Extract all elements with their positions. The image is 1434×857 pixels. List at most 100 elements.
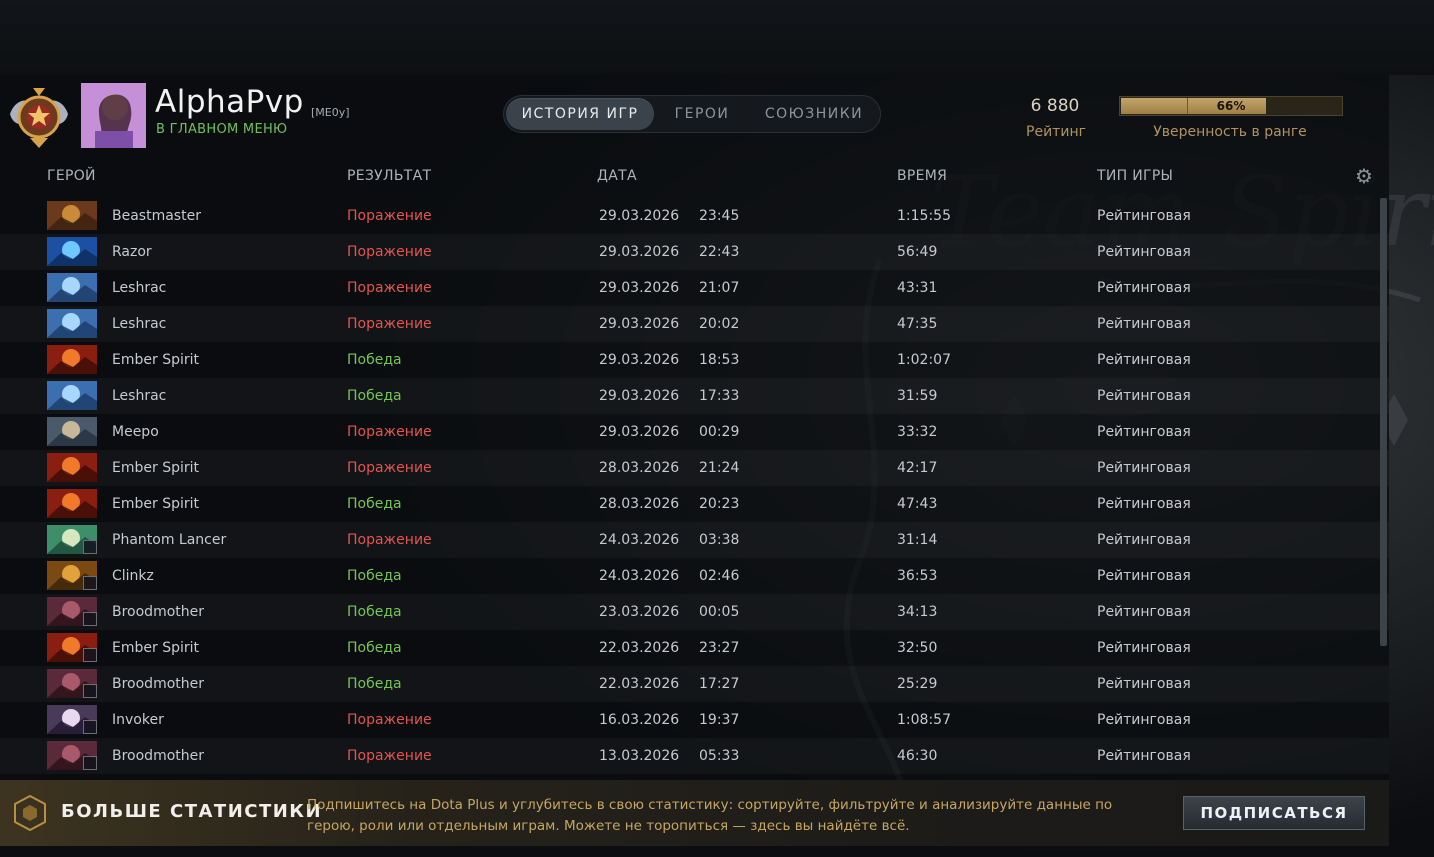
game-type: Рейтинговая (1097, 676, 1191, 692)
match-date: 24.03.2026 (599, 568, 680, 584)
match-result: Поражение (347, 460, 432, 476)
hero-portrait (47, 597, 97, 626)
game-type: Рейтинговая (1097, 532, 1191, 548)
role-icon (83, 576, 97, 590)
match-start-time: 21:07 (699, 280, 740, 296)
table-row[interactable]: Broodmother Победа 22.03.2026 17:27 25:29 Рей… (0, 666, 1389, 702)
match-duration: 36:53 (897, 568, 938, 584)
table-row[interactable]: Invoker Поражение 16.03.2026 19:37 1:08:57 Ре… (0, 702, 1389, 738)
hero-portrait (47, 633, 97, 662)
match-result: Победа (347, 496, 402, 512)
match-date: 23.03.2026 (599, 604, 680, 620)
role-icon (83, 648, 97, 662)
table-row[interactable]: Ember Spirit Поражение 28.03.2026 21:24 42:1… (0, 450, 1389, 486)
player-guild-tag: [ME0y] (311, 106, 350, 119)
table-row[interactable]: Leshrac Поражение 29.03.2026 20:02 47:35 Рейт… (0, 306, 1389, 342)
hero-name: Ember Spirit (112, 640, 199, 656)
column-header-game-type[interactable]: ТИП ИГРЫ (1097, 168, 1173, 184)
hero-name: Ember Spirit (112, 460, 199, 476)
table-row[interactable]: Clinkz Победа 24.03.2026 02:46 36:53 Рейтинго… (0, 558, 1389, 594)
table-row[interactable]: Leshrac Победа 29.03.2026 17:33 31:59 Рейтинг… (0, 378, 1389, 414)
hero-name: Leshrac (112, 280, 167, 296)
game-type: Рейтинговая (1097, 568, 1191, 584)
match-start-time: 20:23 (699, 496, 740, 512)
tab-match-history[interactable]: ИСТОРИЯ ИГР (506, 98, 654, 130)
role-icon (83, 684, 97, 698)
match-duration: 31:59 (897, 388, 938, 404)
banner-text: Подпишитесь на Dota Plus и углубитесь в … (307, 797, 1113, 834)
hero-name: Broodmother (112, 604, 205, 620)
table-row[interactable]: Ember Spirit Победа 29.03.2026 18:53 1:02:07… (0, 342, 1389, 378)
match-duration: 33:32 (897, 424, 938, 440)
column-header-date[interactable]: ДАТА (597, 168, 637, 184)
match-date: 29.03.2026 (599, 316, 680, 332)
hero-portrait (47, 345, 97, 374)
scrollbar[interactable] (1380, 198, 1387, 646)
table-row[interactable]: Meepo Поражение 29.03.2026 00:29 33:32 Рейтин… (0, 414, 1389, 450)
table-row[interactable]: Ember Spirit Победа 28.03.2026 20:23 47:43 Ре… (0, 486, 1389, 522)
hero-portrait (47, 705, 97, 734)
column-header-result[interactable]: РЕЗУЛЬТАТ (347, 168, 431, 184)
match-start-time: 19:37 (699, 712, 740, 728)
gear-icon[interactable]: ⚙ (1355, 166, 1375, 186)
match-start-time: 22:43 (699, 244, 740, 260)
tab-heroes[interactable]: ГЕРОИ (662, 96, 742, 132)
match-date: 29.03.2026 (599, 244, 680, 260)
hero-name: Ember Spirit (112, 352, 199, 368)
rank-confidence-bar: 66% (1119, 96, 1343, 116)
match-duration: 1:02:07 (897, 352, 951, 368)
hero-name: Beastmaster (112, 208, 201, 224)
hero-name: Phantom Lancer (112, 532, 227, 548)
match-result: Победа (347, 388, 402, 404)
match-result: Поражение (347, 748, 432, 764)
match-start-time: 05:33 (699, 748, 740, 764)
match-start-time: 03:38 (699, 532, 740, 548)
rank-confidence-label: Уверенность в ранге (1153, 124, 1307, 140)
match-result: Победа (347, 568, 402, 584)
table-row[interactable]: Broodmother Поражение 13.03.2026 05:33 46:30… (0, 738, 1389, 774)
player-status: В ГЛАВНОМ МЕНЮ (156, 122, 288, 137)
avatar[interactable] (81, 83, 146, 148)
table-row[interactable]: Beastmaster Поражение 29.03.2026 23:45 1:15:… (0, 198, 1389, 234)
table-row[interactable]: Razor Поражение 29.03.2026 22:43 56:49 Рейтин… (0, 234, 1389, 270)
role-icon (83, 720, 97, 734)
match-duration: 46:30 (897, 748, 938, 764)
hero-portrait (47, 201, 97, 230)
column-header-hero[interactable]: ГЕРОЙ (47, 168, 96, 184)
match-start-time: 23:45 (699, 208, 740, 224)
match-date: 29.03.2026 (599, 424, 680, 440)
hero-name: Leshrac (112, 316, 167, 332)
match-start-time: 17:27 (699, 676, 740, 692)
column-header-duration[interactable]: ВРЕМЯ (897, 168, 947, 184)
match-date: 29.03.2026 (599, 388, 680, 404)
game-type: Рейтинговая (1097, 208, 1191, 224)
table-row[interactable]: Ember Spirit Победа 22.03.2026 23:27 32:50 Ре… (0, 630, 1389, 666)
game-type: Рейтинговая (1097, 316, 1191, 332)
match-date: 24.03.2026 (599, 532, 680, 548)
hero-name: Meepo (112, 424, 159, 440)
match-duration: 1:15:55 (897, 208, 951, 224)
match-duration: 1:08:57 (897, 712, 951, 728)
table-row[interactable]: Phantom Lancer Поражение 24.03.2026 03:38 31… (0, 522, 1389, 558)
match-duration: 43:31 (897, 280, 938, 296)
match-list: Beastmaster Поражение 29.03.2026 23:45 1:15:… (0, 198, 1389, 780)
tab-allies[interactable]: СОЮЗНИКИ (754, 96, 874, 132)
match-result: Поражение (347, 280, 432, 296)
match-start-time: 00:29 (699, 424, 740, 440)
match-start-time: 18:53 (699, 352, 740, 368)
game-type: Рейтинговая (1097, 748, 1191, 764)
match-result: Победа (347, 640, 402, 656)
hero-portrait (47, 489, 97, 518)
game-type: Рейтинговая (1097, 496, 1191, 512)
game-type: Рейтинговая (1097, 280, 1191, 296)
subscribe-button[interactable]: ПОДПИСАТЬСЯ (1183, 796, 1365, 830)
table-row[interactable]: Broodmother Победа 23.03.2026 00:05 34:13 Рей… (0, 594, 1389, 630)
table-row[interactable]: Leshrac Поражение 29.03.2026 21:07 43:31 Рейт… (0, 270, 1389, 306)
match-duration: 25:29 (897, 676, 938, 692)
hero-portrait (47, 741, 97, 770)
hero-name: Clinkz (112, 568, 154, 584)
match-start-time: 02:46 (699, 568, 740, 584)
hero-portrait (47, 525, 97, 554)
match-duration: 42:17 (897, 460, 938, 476)
game-type: Рейтинговая (1097, 604, 1191, 620)
